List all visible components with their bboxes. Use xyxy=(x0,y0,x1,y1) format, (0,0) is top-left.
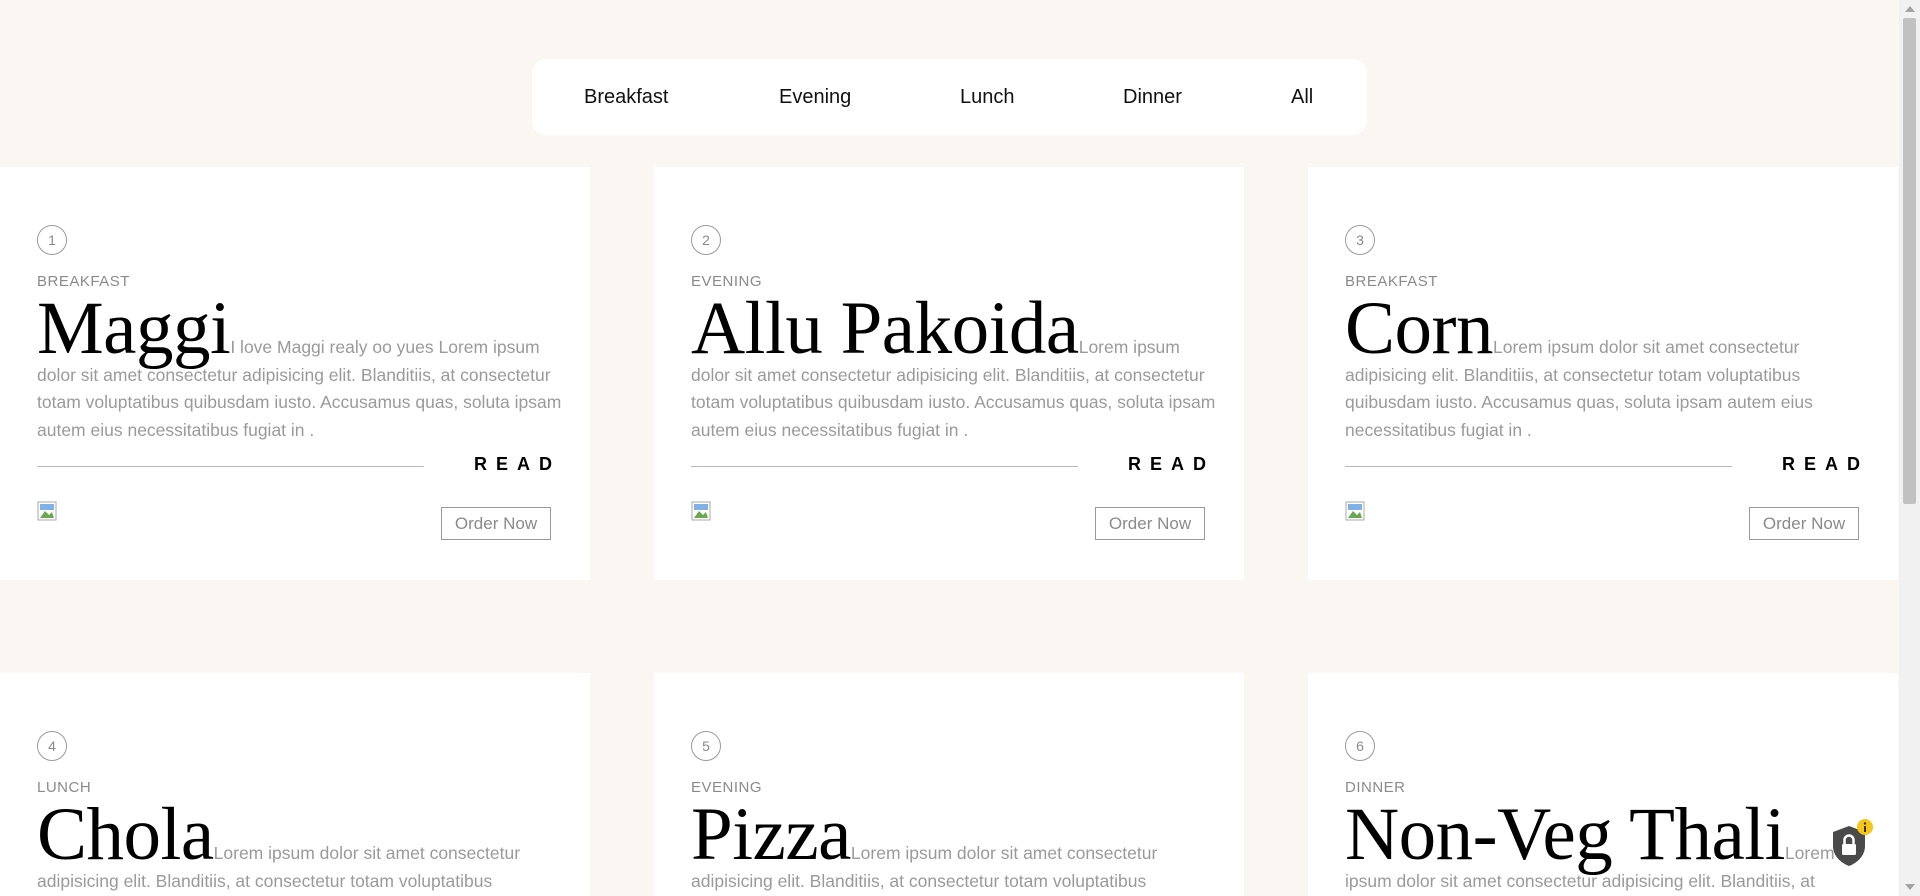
card-number: 6 xyxy=(1345,731,1375,761)
broken-image-icon xyxy=(1345,501,1365,521)
card-number: 3 xyxy=(1345,225,1375,255)
broken-image-icon xyxy=(691,501,711,521)
card-content: Allu PakoidaLorem ipsum dolor sit amet c… xyxy=(691,291,1219,444)
card-content: CholaLorem ipsum dolor sit amet consecte… xyxy=(37,797,565,895)
filter-dinner[interactable]: Dinner xyxy=(1123,59,1182,135)
read-link[interactable]: READ xyxy=(1782,454,1869,475)
divider xyxy=(37,466,424,467)
card-content: CornLorem ipsum dolor sit amet consectet… xyxy=(1345,291,1873,444)
card-title: Chola xyxy=(37,793,214,876)
filter-breakfast[interactable]: Breakfast xyxy=(584,59,668,135)
card-title: Non-Veg Thali xyxy=(1345,793,1785,876)
divider xyxy=(691,466,1078,467)
filter-evening[interactable]: Evening xyxy=(779,59,851,135)
menu-card: 6 DINNER Non-Veg ThaliLorem ipsum dolor … xyxy=(1308,673,1898,896)
filter-all[interactable]: All xyxy=(1291,59,1313,135)
menu-card: 2 EVENING Allu PakoidaLorem ipsum dolor … xyxy=(654,167,1244,580)
card-title: Corn xyxy=(1345,287,1494,370)
read-link[interactable]: READ xyxy=(1128,454,1215,475)
read-link[interactable]: READ xyxy=(474,454,561,475)
card-number: 4 xyxy=(37,731,67,761)
vertical-scrollbar[interactable] xyxy=(1899,0,1920,896)
card-number: 5 xyxy=(691,731,721,761)
menu-card: 1 BREAKFAST MaggiI love Maggi realy oo y… xyxy=(0,167,590,580)
scroll-thumb[interactable] xyxy=(1903,18,1916,504)
card-content: MaggiI love Maggi realy oo yues Lorem ip… xyxy=(37,291,565,444)
menu-card: 3 BREAKFAST CornLorem ipsum dolor sit am… xyxy=(1308,167,1898,580)
divider xyxy=(1345,466,1732,467)
menu-card: 5 EVENING PizzaLorem ipsum dolor sit ame… xyxy=(654,673,1244,896)
order-now-button[interactable]: Order Now xyxy=(1749,507,1859,540)
menu-card: 4 LUNCH CholaLorem ipsum dolor sit amet … xyxy=(0,673,590,896)
order-now-button[interactable]: Order Now xyxy=(441,507,551,540)
lock-shield-icon[interactable] xyxy=(1825,818,1877,870)
scroll-down-icon[interactable] xyxy=(1905,884,1915,890)
category-filter-nav: Breakfast Evening Lunch Dinner All xyxy=(532,59,1367,135)
scroll-up-icon[interactable] xyxy=(1905,6,1915,12)
card-title: Maggi xyxy=(37,287,231,370)
card-content: Non-Veg ThaliLorem ipsum dolor sit amet … xyxy=(1345,797,1873,895)
card-content: PizzaLorem ipsum dolor sit amet consecte… xyxy=(691,797,1219,895)
broken-image-icon xyxy=(37,501,57,521)
order-now-button[interactable]: Order Now xyxy=(1095,507,1205,540)
card-title: Allu Pakoida xyxy=(691,287,1079,370)
card-number: 2 xyxy=(691,225,721,255)
card-number: 1 xyxy=(37,225,67,255)
filter-lunch[interactable]: Lunch xyxy=(960,59,1015,135)
card-title: Pizza xyxy=(691,793,851,876)
